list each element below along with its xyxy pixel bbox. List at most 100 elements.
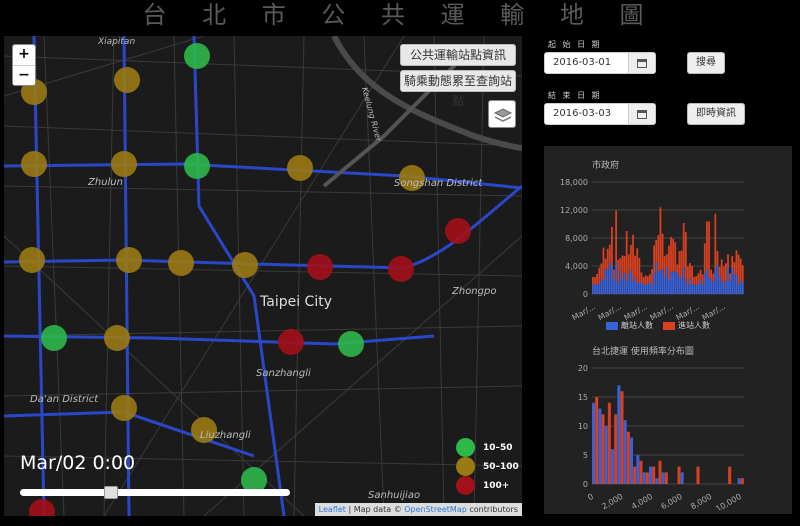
chart1-bar-in	[621, 255, 624, 279]
chart1-bar-in	[640, 272, 643, 283]
chart1-bar-in	[598, 267, 601, 285]
chart2-ytick: 20	[578, 364, 588, 373]
map-basemap[interactable]: Xiapitan Zhulun Songshan District Taipei…	[4, 36, 522, 516]
chart1-bar-out	[710, 279, 713, 294]
legend-label-mid: 50–100	[483, 461, 519, 472]
label-taipei-city: Taipei City	[259, 294, 332, 310]
chart1-bar-in	[722, 266, 725, 284]
chart1-bar-out	[722, 283, 725, 294]
chart1-bar-out	[640, 282, 643, 294]
legend-dot-high	[456, 476, 475, 495]
start-date-input[interactable]: 2016-03-01	[545, 53, 628, 73]
chart1-bar-out	[627, 273, 630, 294]
chart2-xtick: 8,000	[689, 492, 713, 510]
chart1-ytick: 4,000	[565, 262, 588, 271]
chart2-xtick: 6,000	[659, 492, 683, 510]
chart1-bar-in	[693, 276, 696, 285]
leaflet-link[interactable]: Leaflet	[319, 505, 346, 514]
layers-button[interactable]	[488, 100, 516, 128]
zoom-out-button[interactable]: −	[13, 65, 35, 85]
chart1-bar-in	[644, 275, 647, 284]
chart1-bar-out	[657, 271, 660, 294]
chart1-bar-out	[638, 282, 641, 294]
transit-info-button[interactable]: 公共運輸站點資訊	[400, 44, 516, 66]
chart2-bar-b	[633, 466, 637, 484]
chart1-bar-in	[636, 248, 639, 284]
chart2-bar-a	[642, 472, 646, 484]
label-keelung-river: Keelung River	[360, 86, 383, 143]
chart2-bar-a	[680, 472, 684, 484]
slider-thumb[interactable]	[104, 486, 119, 499]
chart2-bar-a	[661, 472, 665, 484]
chart1-bar-out	[644, 283, 647, 294]
realtime-button[interactable]: 即時資訊	[687, 103, 745, 125]
chart1-bar-in	[653, 245, 656, 274]
time-slider[interactable]	[20, 486, 290, 499]
chart1-bar-in	[661, 233, 664, 270]
chart1-bar-out	[646, 284, 649, 294]
chart2-bar-a	[623, 420, 627, 484]
search-button[interactable]: 搜尋	[687, 52, 725, 74]
chart1-xtick: Mar/...	[622, 302, 649, 320]
chart1-ytick: 12,000	[560, 206, 588, 215]
legend-swatch-in	[663, 321, 675, 330]
chart1-bar-in	[689, 263, 691, 279]
start-date-calendar-button[interactable]	[627, 53, 655, 73]
chart1-xtick: Mar/...	[648, 302, 675, 320]
chart1-bar-in	[646, 276, 649, 285]
map-view[interactable]: Xiapitan Zhulun Songshan District Taipei…	[4, 36, 522, 516]
osm-link[interactable]: OpenStreetMap	[404, 505, 467, 514]
chart1-bar-out	[678, 276, 681, 294]
slider-track	[20, 489, 290, 496]
label-zhulun: Zhulun	[87, 177, 123, 188]
chart1-bar-out	[739, 280, 742, 294]
bike-station-button[interactable]: 騎乘動態累至查詢站點	[400, 70, 516, 108]
label-sanhuijiao: Sanhuijiao	[368, 490, 420, 501]
chart1-bar-in	[613, 269, 615, 280]
zoom-in-button[interactable]: +	[13, 45, 35, 65]
chart2-bar-a	[617, 385, 621, 484]
chart1-bar-in	[674, 242, 677, 272]
chart1-bar-in	[604, 258, 607, 270]
chart1-bar-out	[718, 275, 721, 294]
chart2-bar-b	[645, 472, 649, 484]
chart2-xtick: 2,000	[600, 492, 624, 510]
end-date-label: 結 束 日 期	[548, 91, 602, 100]
legend-row-low: 10–50	[456, 438, 520, 457]
chart1-bar-in	[632, 234, 634, 281]
chart1-bar-out	[703, 273, 706, 294]
chart1-bar-in	[720, 259, 723, 281]
chart1-bar-out	[731, 267, 734, 294]
chart1-bar-in	[729, 273, 732, 281]
map-legend: 10–50 50–100 100+	[456, 438, 520, 495]
legend-row-high: 100+	[456, 476, 520, 495]
chart1-bar-in	[710, 269, 713, 280]
legend-label-high: 100+	[483, 480, 510, 491]
chart1-bar-out	[632, 280, 634, 294]
chart2-bar-b	[664, 472, 668, 484]
chart1-bar-in	[687, 266, 689, 285]
end-date-calendar-button[interactable]	[627, 104, 655, 124]
chart1-bar-in	[701, 274, 704, 285]
chart2-bar-a	[592, 402, 596, 484]
chart1-xtick: Mar/...	[700, 302, 727, 320]
chart1-legend-in: 進站人數	[663, 320, 710, 331]
chart1-bar-in	[725, 263, 727, 281]
chart1-bar-in	[695, 276, 698, 285]
chart1-bar-in	[634, 255, 637, 278]
label-daan: Da'an District	[30, 394, 99, 405]
chart1-bar-out	[600, 278, 603, 294]
label-liuzhangli: Liuzhangli	[200, 430, 251, 441]
chart2-bar-b	[740, 478, 744, 484]
chart2-xtick: 4,000	[630, 492, 654, 510]
end-date-group: 2016-03-03	[544, 103, 656, 125]
chart1-bar-out	[606, 269, 609, 294]
chart1-bar-in	[737, 254, 740, 285]
chart1-bar-out	[699, 279, 702, 294]
chart1-xtick: Mar/...	[674, 302, 701, 320]
end-date-input[interactable]: 2016-03-03	[545, 104, 628, 124]
zoom-control: + −	[12, 44, 36, 86]
chart2-bar-b	[620, 391, 624, 484]
chart2-bar-b	[652, 466, 656, 484]
chart1-legend: 離站人數 進站人數	[606, 320, 720, 331]
